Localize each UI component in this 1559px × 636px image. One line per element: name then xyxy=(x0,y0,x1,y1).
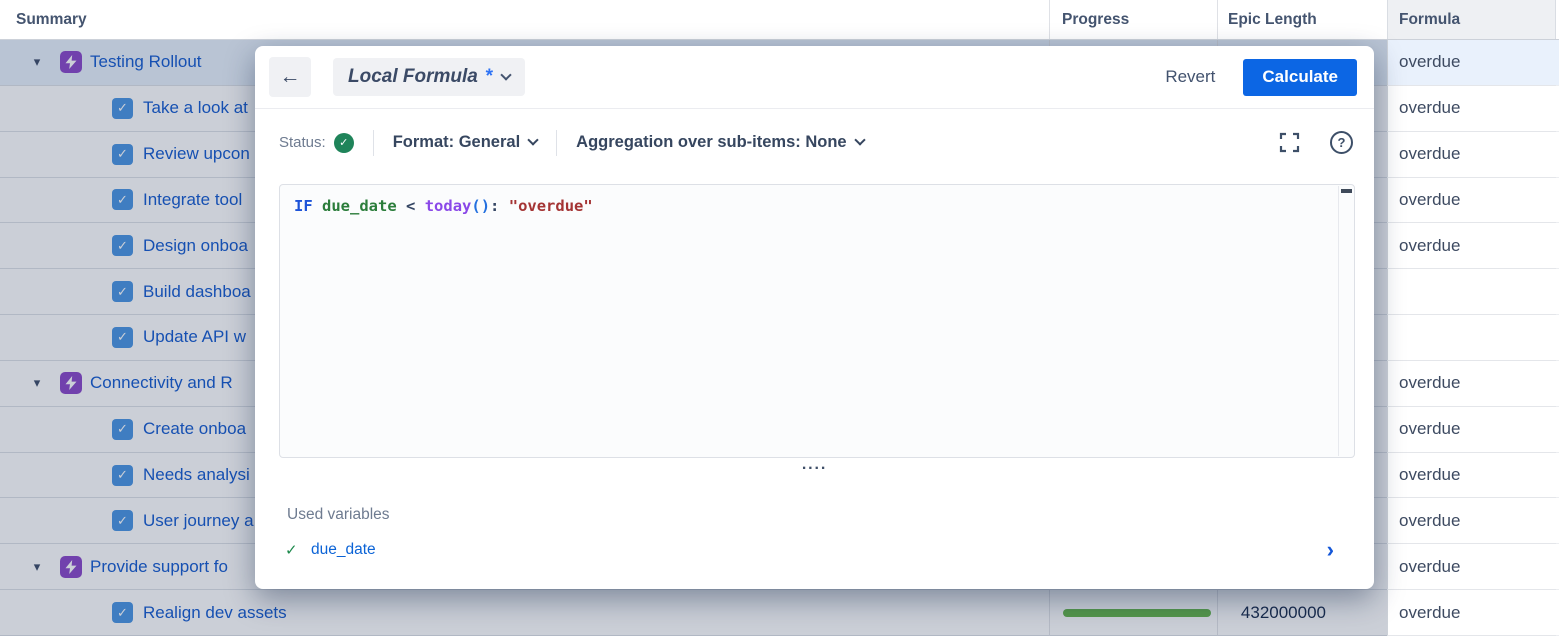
code-line: IF due_date < today(): "overdue" xyxy=(280,185,1354,227)
code-token-plain xyxy=(397,197,406,215)
revert-button[interactable]: Revert xyxy=(1165,67,1215,87)
formula-value: overdue xyxy=(1399,190,1460,210)
used-variable-row[interactable]: ✓ due_date › xyxy=(285,538,1374,562)
formula-cell[interactable]: overdue xyxy=(1387,132,1556,178)
formula-cell[interactable]: overdue xyxy=(1387,407,1556,453)
formula-cell[interactable]: overdue xyxy=(1387,86,1556,132)
code-token-function: today xyxy=(425,197,472,215)
used-variables-list: ✓ due_date › xyxy=(285,538,1374,562)
formula-cell[interactable] xyxy=(1387,269,1556,315)
formula-value: overdue xyxy=(1399,98,1460,118)
formula-name-dropdown[interactable]: Local Formula * xyxy=(333,58,525,96)
dialog-header: ← Local Formula * Revert Calculate xyxy=(255,46,1374,108)
variable-ok-icon: ✓ xyxy=(285,541,305,559)
code-token-variable: due_date xyxy=(322,197,397,215)
dialog-toolbar: Status: ✓ Format: General Aggregation ov… xyxy=(255,109,1374,176)
column-header-summary[interactable]: Summary xyxy=(0,0,1050,39)
used-variables-heading: Used variables xyxy=(287,506,1374,524)
status-ok-icon: ✓ xyxy=(334,133,354,153)
formula-cell[interactable]: overdue xyxy=(1387,40,1556,86)
formula-cell[interactable]: overdue xyxy=(1387,223,1556,269)
column-header-progress[interactable]: Progress xyxy=(1050,0,1218,39)
chevron-down-icon xyxy=(527,134,538,145)
formula-cell[interactable]: overdue xyxy=(1387,361,1556,407)
formula-value: overdue xyxy=(1399,373,1460,393)
formula-cell[interactable]: overdue xyxy=(1387,178,1556,224)
chevron-down-icon xyxy=(854,134,865,145)
code-token-keyword: IF xyxy=(294,197,313,215)
back-button[interactable]: ← xyxy=(269,57,311,97)
table-header: Summary Progress Epic Length Formula xyxy=(0,0,1559,40)
chevron-down-icon xyxy=(501,69,512,80)
formula-cell[interactable]: overdue xyxy=(1387,498,1556,544)
formula-value: overdue xyxy=(1399,419,1460,439)
code-token-paren: () xyxy=(471,197,490,215)
formula-editor-dialog: ← Local Formula * Revert Calculate Statu… xyxy=(255,46,1374,589)
expand-variable-chevron-icon[interactable]: › xyxy=(1327,540,1334,560)
formula-cell[interactable]: overdue xyxy=(1387,544,1556,590)
variable-name-link[interactable]: due_date xyxy=(311,541,376,559)
formula-cell[interactable]: overdue xyxy=(1387,453,1556,499)
divider xyxy=(373,130,374,156)
divider xyxy=(556,130,557,156)
help-icon: ? xyxy=(1330,131,1353,154)
scrollbar-thumb[interactable] xyxy=(1341,189,1352,193)
column-header-gap xyxy=(1374,0,1387,39)
unsaved-changes-mark: * xyxy=(485,66,492,88)
code-token-plain xyxy=(415,197,424,215)
fullscreen-icon xyxy=(1279,132,1300,153)
column-header-formula[interactable]: Formula xyxy=(1387,0,1556,39)
editor-scrollbar[interactable] xyxy=(1338,186,1353,456)
aggregation-dropdown[interactable]: Aggregation over sub-items: None xyxy=(576,133,863,152)
formula-value: overdue xyxy=(1399,465,1460,485)
formula-value: overdue xyxy=(1399,557,1460,577)
column-header-epic-length[interactable]: Epic Length xyxy=(1218,0,1374,39)
formula-code-editor[interactable]: IF due_date < today(): "overdue" xyxy=(279,184,1355,458)
format-dropdown[interactable]: Format: General xyxy=(393,133,537,152)
formula-cell[interactable]: overdue xyxy=(1387,590,1556,636)
status-label: Status: xyxy=(279,134,326,151)
code-token-operator: : xyxy=(490,197,499,215)
code-token-plain xyxy=(499,197,508,215)
formula-value: overdue xyxy=(1399,52,1460,72)
code-token-string: "overdue" xyxy=(509,197,593,215)
formula-value: overdue xyxy=(1399,144,1460,164)
code-token-plain xyxy=(313,197,322,215)
calculate-button[interactable]: Calculate xyxy=(1243,59,1357,96)
back-arrow-icon: ← xyxy=(280,65,301,89)
formula-value: overdue xyxy=(1399,603,1460,623)
dialog-title: Local Formula xyxy=(348,66,478,88)
editor-resize-handle[interactable]: ···· xyxy=(255,462,1374,482)
formula-cell[interactable] xyxy=(1387,315,1556,361)
formula-value: overdue xyxy=(1399,236,1460,256)
fullscreen-button[interactable] xyxy=(1279,132,1300,153)
formula-value: overdue xyxy=(1399,511,1460,531)
help-button[interactable]: ? xyxy=(1330,131,1353,154)
structure-board: Summary Progress Epic Length Formula ▾Te… xyxy=(0,0,1559,636)
code-token-operator: < xyxy=(406,197,415,215)
